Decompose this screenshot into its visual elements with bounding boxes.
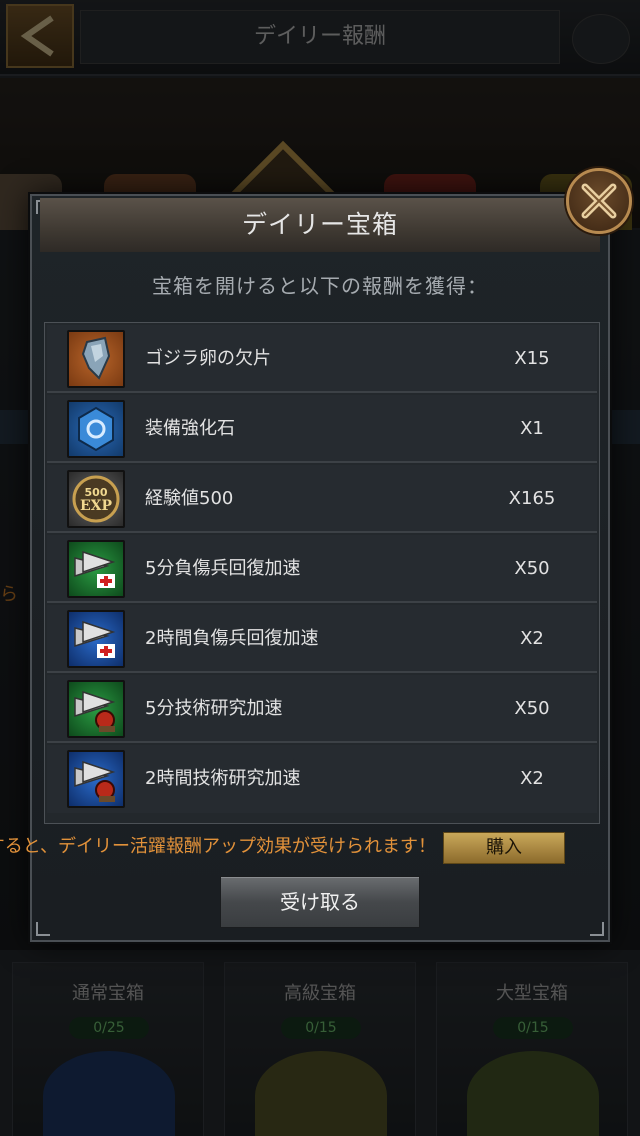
building-icon bbox=[467, 1051, 599, 1136]
heal-speedup-2h-icon bbox=[67, 610, 125, 668]
claim-button[interactable]: 受け取る bbox=[220, 876, 420, 928]
research-speedup-5m-icon bbox=[67, 680, 125, 738]
reward-name: ゴジラ卵の欠片 bbox=[145, 348, 271, 369]
reward-quantity: X2 bbox=[520, 768, 544, 789]
chest-card-title: 通常宝箱 bbox=[72, 983, 144, 1004]
reward-row: 2時間技術研究加速 X2 bbox=[47, 745, 597, 813]
reward-row: ゴジラ卵の欠片 X15 bbox=[47, 325, 597, 393]
heal-speedup-5m-icon bbox=[67, 540, 125, 598]
top-bar: デイリー報酬 bbox=[0, 0, 640, 76]
promo-text-content: すると、デイリー活躍報酬アップ効果が受けられます！ bbox=[0, 836, 436, 857]
chest-card-title: 大型宝箱 bbox=[496, 983, 568, 1004]
reward-quantity: X50 bbox=[514, 558, 550, 579]
screen-title: デイリー報酬 bbox=[80, 10, 560, 64]
reward-quantity: X1 bbox=[520, 418, 544, 439]
statue-icon bbox=[43, 1051, 175, 1136]
close-button[interactable] bbox=[566, 168, 632, 234]
reward-name: 5分技術研究加速 bbox=[145, 698, 283, 719]
reward-row: 装備強化石 X1 bbox=[47, 395, 597, 463]
chest-card-count: 0/15 bbox=[281, 1017, 361, 1039]
reward-name: 2時間負傷兵回復加速 bbox=[145, 628, 319, 649]
reward-name: 2時間技術研究加速 bbox=[145, 768, 301, 789]
back-arrow-icon bbox=[20, 15, 54, 57]
back-button[interactable] bbox=[6, 4, 74, 68]
godzilla-egg-fragment-icon bbox=[67, 330, 125, 388]
promo-bar: すると、デイリー活躍報酬アップ効果が受けられます！ 購入 bbox=[0, 832, 640, 866]
chest-card-title: 高級宝箱 bbox=[284, 983, 356, 1004]
chest-card[interactable]: 高級宝箱 0/15 bbox=[224, 962, 416, 1136]
reward-name: 装備強化石 bbox=[145, 418, 235, 439]
daily-chest-dialog: デイリー宝箱 宝箱を開けると以下の報酬を獲得： ゴジラ卵の欠片 X15 装備強化… bbox=[30, 194, 610, 942]
building-icon bbox=[255, 1051, 387, 1136]
reward-quantity: X2 bbox=[520, 628, 544, 649]
reward-name: 5分負傷兵回復加速 bbox=[145, 558, 301, 579]
exp-500-icon: 500 EXP bbox=[67, 470, 125, 528]
reward-quantity: X15 bbox=[514, 348, 550, 369]
reward-row: 2時間負傷兵回復加速 X2 bbox=[47, 605, 597, 673]
reward-quantity: X50 bbox=[514, 698, 550, 719]
reward-row: 500 EXP 経験値500 X165 bbox=[47, 465, 597, 533]
buy-button[interactable]: 購入 bbox=[443, 832, 565, 864]
chest-cards: 通常宝箱 0/25 高級宝箱 0/15 大型宝箱 0/15 bbox=[0, 950, 640, 1136]
menu-button[interactable] bbox=[572, 14, 630, 64]
dialog-title: デイリー宝箱 bbox=[241, 210, 398, 239]
reward-row: 5分技術研究加速 X50 bbox=[47, 675, 597, 743]
reward-row: 5分負傷兵回復加速 X50 bbox=[47, 535, 597, 603]
exp-icon-bottom-text: EXP bbox=[80, 498, 113, 514]
research-speedup-2h-icon bbox=[67, 750, 125, 808]
chest-card[interactable]: 大型宝箱 0/15 bbox=[436, 962, 628, 1136]
enhancement-stone-icon bbox=[67, 400, 125, 458]
chest-card-count: 0/25 bbox=[69, 1017, 149, 1039]
dialog-header: デイリー宝箱 bbox=[40, 198, 600, 252]
chest-card[interactable]: 通常宝箱 0/25 bbox=[12, 962, 204, 1136]
orange-text-fragment: ら bbox=[0, 584, 18, 605]
chest-card-count: 0/15 bbox=[493, 1017, 573, 1039]
corner-ornament bbox=[590, 922, 604, 936]
corner-ornament bbox=[36, 922, 50, 936]
close-icon bbox=[581, 183, 617, 219]
reward-name: 経験値500 bbox=[145, 488, 234, 509]
reward-list[interactable]: ゴジラ卵の欠片 X15 装備強化石 X1 500 EXP 経験値500 X165 bbox=[44, 322, 600, 824]
dialog-subtitle: 宝箱を開けると以下の報酬を獲得： bbox=[152, 274, 488, 298]
reward-quantity: X165 bbox=[508, 488, 556, 509]
promo-text: すると、デイリー活躍報酬アップ効果が受けられます！ bbox=[0, 832, 436, 862]
